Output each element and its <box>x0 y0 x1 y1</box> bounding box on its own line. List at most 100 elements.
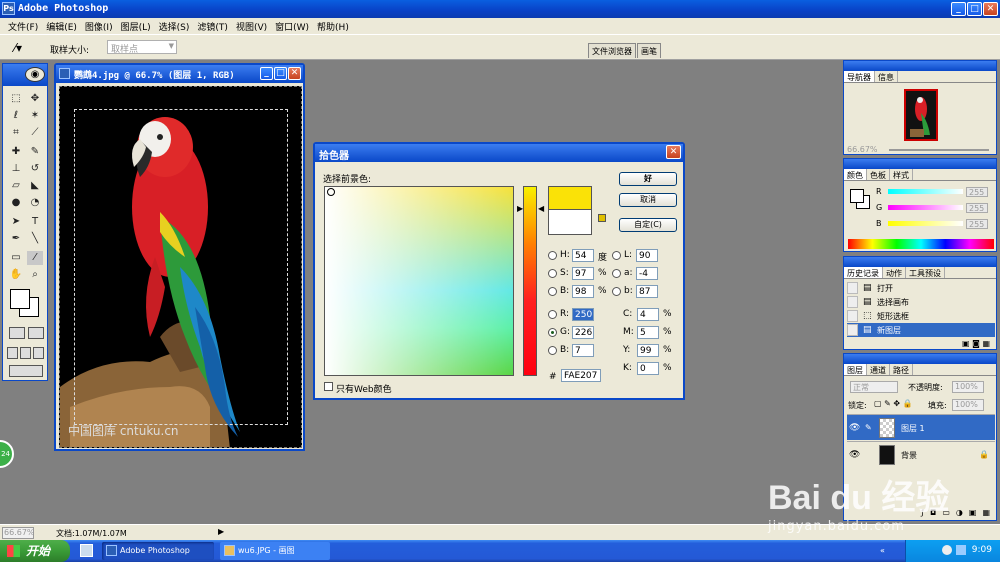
a-radio[interactable] <box>612 269 621 278</box>
l-radio[interactable] <box>612 251 621 260</box>
history-source-checkbox[interactable] <box>847 282 858 294</box>
minimize-button[interactable]: _ <box>951 2 966 16</box>
floating-badge[interactable]: 24 <box>0 440 14 468</box>
document-canvas[interactable]: 中国图库 cntuku.cn <box>59 86 302 448</box>
c-input[interactable]: 4 <box>637 308 659 321</box>
tray-expand-icon[interactable]: « <box>880 546 885 555</box>
lasso-tool-icon[interactable]: ℓ <box>8 109 24 123</box>
h-radio[interactable] <box>548 251 557 260</box>
lock-all-icon[interactable]: 🔒 <box>903 399 913 408</box>
g-input[interactable]: 226 <box>572 326 594 339</box>
color-g-slider[interactable] <box>888 205 963 210</box>
tab-info[interactable]: 信息 <box>875 71 898 82</box>
navigator-zoom-value[interactable]: 66.67% <box>847 145 878 154</box>
magic-wand-icon[interactable]: ✶ <box>27 109 43 123</box>
tab-tool-presets[interactable]: 工具预设 <box>906 267 945 278</box>
history-source-checkbox[interactable] <box>847 324 858 336</box>
tab-paths[interactable]: 路径 <box>890 364 913 375</box>
lab-b-input[interactable]: 87 <box>636 285 658 298</box>
menu-file[interactable]: 文件(F) <box>4 18 42 34</box>
s-input[interactable]: 97 <box>572 267 594 280</box>
network-tray-icon[interactable] <box>942 545 952 555</box>
color-b-slider[interactable] <box>888 221 963 226</box>
trash-icon[interactable]: ▦ <box>982 339 990 348</box>
new-layer-icon[interactable]: ▣ <box>969 508 977 520</box>
zoom-tool-icon[interactable]: ⌕ <box>27 268 43 282</box>
lock-transparency-icon[interactable]: ▢ <box>874 399 882 408</box>
eye-icon[interactable]: 👁 <box>849 423 860 433</box>
tab-swatches[interactable]: 色板 <box>867 169 890 180</box>
current-color-swatch[interactable] <box>548 209 592 235</box>
quickmask-mode-icon[interactable] <box>28 327 44 339</box>
color-field[interactable] <box>324 186 514 376</box>
healing-brush-icon[interactable]: ✚ <box>8 145 24 159</box>
sample-size-select[interactable]: 取样点 <box>107 40 177 55</box>
task-photoshop[interactable]: Adobe Photoshop <box>102 542 214 560</box>
b-input[interactable]: 98 <box>572 285 594 298</box>
brush-tool-icon[interactable]: ✎ <box>27 145 43 159</box>
eyedropper-icon[interactable]: ⁄▾ <box>14 41 22 55</box>
web-only-checkbox[interactable] <box>324 382 333 391</box>
history-item[interactable]: ⬚ 矩形选框 <box>847 309 995 323</box>
menu-image[interactable]: 图像(I) <box>81 18 117 34</box>
ok-button[interactable]: 好 <box>619 172 677 186</box>
line-tool-icon[interactable]: ╲ <box>27 232 43 246</box>
r-input[interactable]: 250 <box>572 308 594 321</box>
maximize-button[interactable]: □ <box>967 2 982 16</box>
blend-mode-select[interactable]: 正常 <box>850 381 898 393</box>
history-source-checkbox[interactable] <box>847 296 858 308</box>
bucket-tool-icon[interactable]: ◣ <box>27 179 43 193</box>
cancel-button[interactable]: 取消 <box>619 193 677 207</box>
hue-slider-right-arrow-icon[interactable]: ◀ <box>538 204 544 213</box>
color-panel-foreground[interactable] <box>850 189 864 203</box>
menu-window[interactable]: 窗口(W) <box>271 18 313 34</box>
standard-mode-icon[interactable] <box>9 327 25 339</box>
m-input[interactable]: 5 <box>637 326 659 339</box>
menu-help[interactable]: 帮助(H) <box>313 18 353 34</box>
doc-close-button[interactable]: ✕ <box>288 67 301 80</box>
menu-edit[interactable]: 编辑(E) <box>42 18 81 34</box>
web-safe-warning-icon[interactable] <box>598 214 606 222</box>
tab-file-browser[interactable]: 文件浏览器 <box>588 43 636 58</box>
rgb-b-input[interactable]: 7 <box>572 344 594 357</box>
move-tool-icon[interactable]: ✥ <box>27 92 43 106</box>
color-r-slider[interactable] <box>888 189 963 194</box>
close-button[interactable]: ✕ <box>983 2 998 16</box>
doc-maximize-button[interactable]: □ <box>274 67 287 80</box>
menu-layer[interactable]: 图层(L) <box>117 18 155 34</box>
tab-brushes[interactable]: 画笔 <box>637 43 661 58</box>
pen-tool-icon[interactable]: ✒ <box>8 232 24 246</box>
tab-navigator[interactable]: 导航器 <box>844 71 875 82</box>
adobe-eye-icon[interactable]: ◉ <box>25 67 45 82</box>
path-select-icon[interactable]: ➤ <box>8 215 24 229</box>
tab-actions[interactable]: 动作 <box>883 267 906 278</box>
notes-tool-icon[interactable]: ▭ <box>8 251 24 265</box>
history-item[interactable]: ▤ 选择画布 <box>847 295 995 309</box>
lab-b-radio[interactable] <box>612 287 621 296</box>
opacity-input[interactable]: 100% <box>952 381 984 393</box>
screen-mode-3-icon[interactable] <box>33 347 44 359</box>
layer-row[interactable]: 👁 ✎ 图层 1 <box>847 414 995 440</box>
g-radio[interactable] <box>548 328 557 337</box>
eye-icon[interactable]: 👁 <box>849 450 860 460</box>
picker-close-button[interactable]: ✕ <box>666 145 681 159</box>
screen-mode-2-icon[interactable] <box>20 347 31 359</box>
y-input[interactable]: 99 <box>637 344 659 357</box>
hex-input[interactable]: FAE207 <box>561 369 601 382</box>
jump-to-imageready-icon[interactable] <box>9 365 43 377</box>
navigator-zoom-slider[interactable] <box>889 149 989 151</box>
input-tray-icon[interactable] <box>956 545 966 555</box>
screen-mode-1-icon[interactable] <box>7 347 18 359</box>
eraser-tool-icon[interactable]: ▱ <box>8 179 24 193</box>
marquee-tool-icon[interactable]: ⬚ <box>8 92 24 106</box>
delete-layer-icon[interactable]: ▦ <box>982 508 990 520</box>
status-menu-arrow-icon[interactable]: ▶ <box>218 527 224 536</box>
fill-input[interactable]: 100% <box>952 399 984 411</box>
rgb-b-radio[interactable] <box>548 346 557 355</box>
dodge-tool-icon[interactable]: ◔ <box>27 196 43 210</box>
lock-brush-icon[interactable]: ✎ <box>884 399 891 408</box>
menu-view[interactable]: 视图(V) <box>232 18 271 34</box>
blur-tool-icon[interactable]: ● <box>8 196 24 210</box>
s-radio[interactable] <box>548 269 557 278</box>
history-item[interactable]: ▤ 打开 <box>847 281 995 295</box>
